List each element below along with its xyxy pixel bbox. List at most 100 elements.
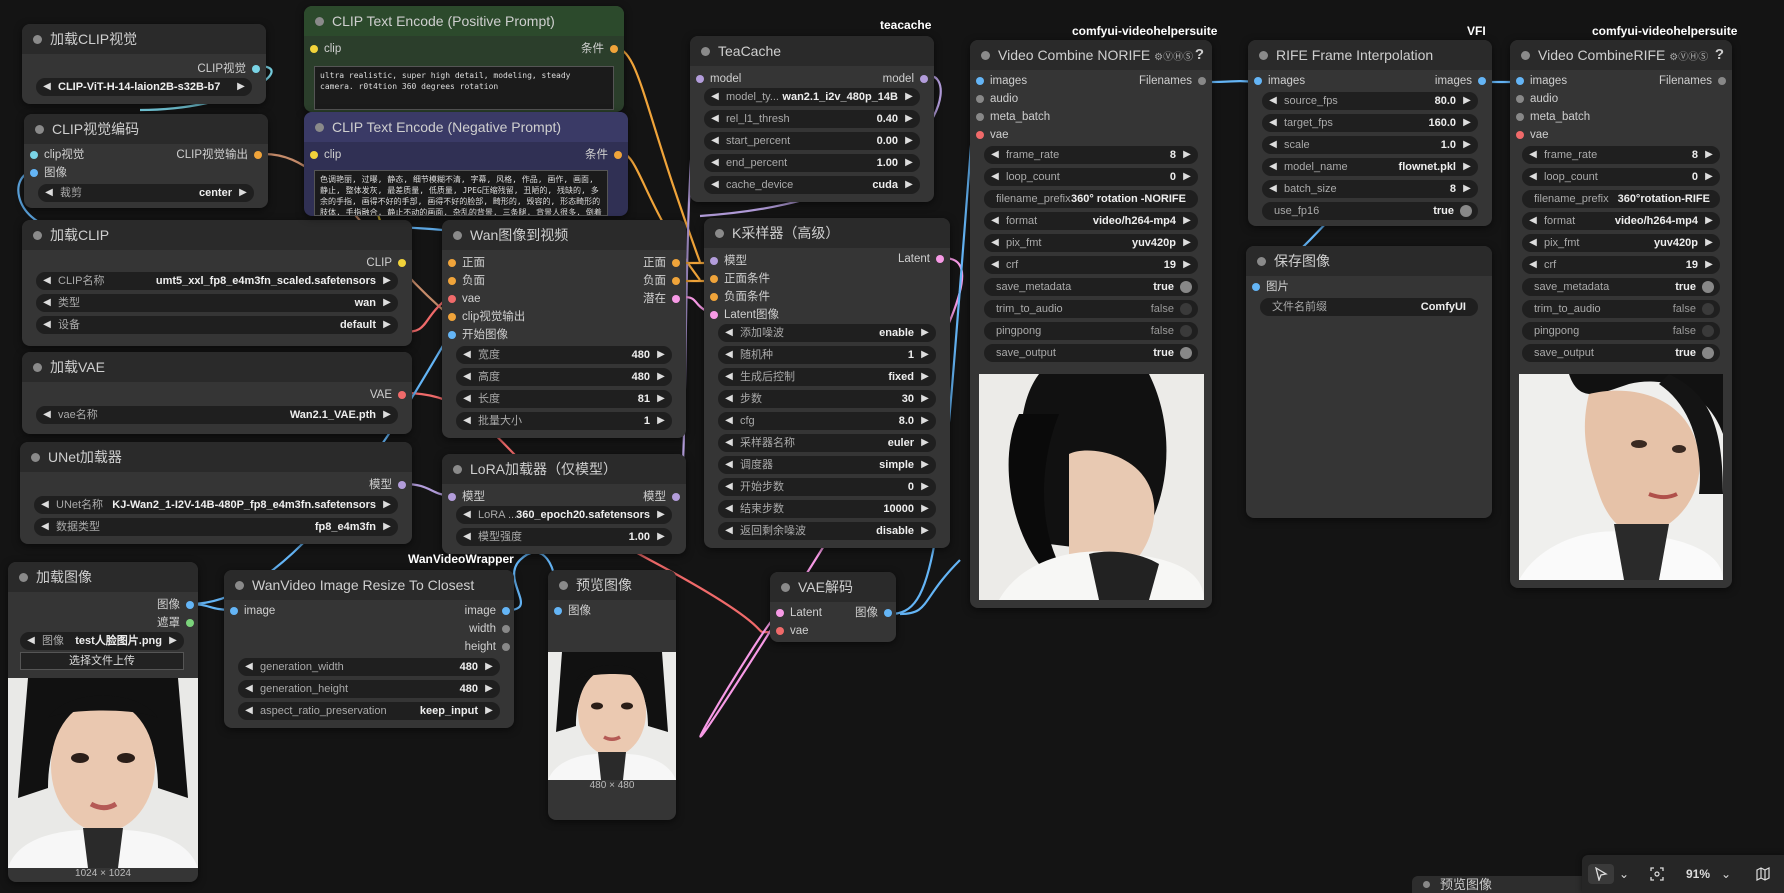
output-latent[interactable]: Latent xyxy=(898,250,944,268)
loop-count-number[interactable]: ◀ loop_count 0 ▶ xyxy=(984,168,1198,186)
arrow-left-icon[interactable]: ◀ xyxy=(243,680,255,698)
socket-dot[interactable] xyxy=(710,275,718,283)
input-vae[interactable]: vae xyxy=(976,126,1009,144)
input-image[interactable]: 图像 xyxy=(30,164,67,182)
node-load-clip-vision[interactable]: 加载CLIP视觉 CLIP视觉 ◀ CLIP-ViT-H-14-laion2B-s… xyxy=(22,24,266,104)
arrow-right-icon[interactable]: ▶ xyxy=(381,496,393,514)
seed-number[interactable]: ◀ 随机种 1 ▶ xyxy=(718,346,936,364)
arrow-left-icon[interactable]: ◀ xyxy=(1267,136,1279,154)
input-images[interactable]: 图像 xyxy=(554,602,591,620)
socket-dot[interactable] xyxy=(502,643,510,651)
socket-dot[interactable] xyxy=(1478,77,1486,85)
clip-name-combo[interactable]: ◀ CLIP-ViT-H-14-laion2B-s32B-b7 ▶ xyxy=(36,78,252,96)
arrow-right-icon[interactable]: ▶ xyxy=(1461,136,1473,154)
input-vae[interactable]: vae xyxy=(776,622,809,640)
cfg-number[interactable]: ◀ cfg 8.0 ▶ xyxy=(718,412,936,430)
node-load-clip[interactable]: 加载CLIP CLIP ◀ CLIP名称 umt5_xxl_fp8_e4m3fn_s… xyxy=(22,220,412,346)
arrow-right-icon[interactable]: ▶ xyxy=(1181,146,1193,164)
output-mask[interactable]: 遮罩 xyxy=(157,614,194,632)
socket-dot[interactable] xyxy=(1516,131,1524,139)
output-model[interactable]: model xyxy=(883,70,928,88)
socket-dot[interactable] xyxy=(186,619,194,627)
arrow-right-icon[interactable]: ▶ xyxy=(919,390,931,408)
arrow-right-icon[interactable]: ▶ xyxy=(381,294,393,312)
filename-prefix-text[interactable]: filename_prefix 360°rotation-RIFE xyxy=(1522,190,1720,208)
node-wan-image-to-video[interactable]: Wan图像到视频 正面 负面 vae clip视觉输出 开始图像 正面 负面 潜… xyxy=(442,220,686,438)
input-images[interactable]: images xyxy=(976,72,1027,90)
save-output-toggle[interactable]: save_output true xyxy=(1522,344,1720,362)
input-clip[interactable]: clip xyxy=(310,40,341,58)
arrow-right-icon[interactable]: ▶ xyxy=(1461,158,1473,176)
arrow-left-icon[interactable]: ◀ xyxy=(1527,234,1539,252)
socket-dot[interactable] xyxy=(920,75,928,83)
arrow-left-icon[interactable]: ◀ xyxy=(43,184,55,202)
arrow-left-icon[interactable]: ◀ xyxy=(1527,168,1539,186)
output-clip-vision[interactable]: CLIP视觉 xyxy=(197,60,260,78)
node-video-combine-norife[interactable]: Video Combine NORIFE ⚙ⓋⒽⓈ ? images audio… xyxy=(970,40,1212,608)
clip-type-combo[interactable]: ◀ 类型 wan ▶ xyxy=(36,294,398,312)
filename-prefix-text[interactable]: filename_prefix 360° rotation -NORIFE xyxy=(984,190,1198,208)
socket-dot[interactable] xyxy=(710,293,718,301)
node-ksampler-advanced[interactable]: K采样器（高级） 模型 正面条件 负面条件 Latent图像 Latent ◀ 添… xyxy=(704,218,950,548)
scale-number[interactable]: ◀ scale 1.0 ▶ xyxy=(1262,136,1478,154)
node-preview-image[interactable]: 预览图像 图像 480 × 480 xyxy=(548,570,676,820)
width-number[interactable]: ◀ 宽度 480 ▶ xyxy=(456,346,672,364)
arrow-left-icon[interactable]: ◀ xyxy=(39,496,51,514)
arrow-left-icon[interactable]: ◀ xyxy=(723,478,735,496)
input-vae[interactable]: vae xyxy=(1516,126,1549,144)
output-positive[interactable]: 正面 xyxy=(643,254,680,272)
crop-combo[interactable]: ◀ 裁剪 center ▶ xyxy=(38,184,254,202)
input-clip-vision-output[interactable]: clip视觉输出 xyxy=(448,308,525,326)
input-meta-batch[interactable]: meta_batch xyxy=(1516,108,1590,126)
arrow-left-icon[interactable]: ◀ xyxy=(1267,158,1279,176)
arrow-right-icon[interactable]: ▶ xyxy=(1703,234,1715,252)
arrow-right-icon[interactable]: ▶ xyxy=(655,368,667,386)
arrow-left-icon[interactable]: ◀ xyxy=(723,456,735,474)
arrow-left-icon[interactable]: ◀ xyxy=(461,390,473,408)
image-combo[interactable]: ◀ 图像 test人脸图片.png ▶ xyxy=(20,632,184,650)
add-noise-combo[interactable]: ◀ 添加噪波 enable ▶ xyxy=(718,324,936,342)
height-number[interactable]: ◀ 高度 480 ▶ xyxy=(456,368,672,386)
socket-dot[interactable] xyxy=(710,311,718,319)
aspect-ratio-combo[interactable]: ◀ aspect_ratio_preservation keep_input ▶ xyxy=(238,702,500,720)
crf-number[interactable]: ◀ crf 19 ▶ xyxy=(984,256,1198,274)
arrow-right-icon[interactable]: ▶ xyxy=(167,632,179,650)
save-output-toggle[interactable]: save_output true xyxy=(984,344,1198,362)
output-conditioning[interactable]: 条件 xyxy=(585,146,622,164)
socket-dot[interactable] xyxy=(976,113,984,121)
input-latent-image[interactable]: Latent图像 xyxy=(710,306,779,324)
input-clip-vision[interactable]: clip视觉 xyxy=(30,146,84,164)
steps-number[interactable]: ◀ 步数 30 ▶ xyxy=(718,390,936,408)
socket-dot[interactable] xyxy=(976,131,984,139)
video-preview-side-view[interactable] xyxy=(1519,374,1723,580)
socket-dot[interactable] xyxy=(1516,77,1524,85)
socket-dot[interactable] xyxy=(398,259,406,267)
arrow-left-icon[interactable]: ◀ xyxy=(709,110,721,128)
arrow-left-icon[interactable]: ◀ xyxy=(723,324,735,342)
model-name-combo[interactable]: ◀ model_name flownet.pkl ▶ xyxy=(1262,158,1478,176)
arrow-right-icon[interactable]: ▶ xyxy=(655,346,667,364)
target-fps-number[interactable]: ◀ target_fps 160.0 ▶ xyxy=(1262,114,1478,132)
socket-dot[interactable] xyxy=(502,625,510,633)
pix-fmt-combo[interactable]: ◀ pix_fmt yuv420p ▶ xyxy=(984,234,1198,252)
source-fps-number[interactable]: ◀ source_fps 80.0 ▶ xyxy=(1262,92,1478,110)
socket-dot[interactable] xyxy=(1516,95,1524,103)
video-preview-back-view[interactable] xyxy=(979,374,1204,600)
node-rife-frame-interpolation[interactable]: RIFE Frame Interpolation images images ◀… xyxy=(1248,40,1492,226)
socket-dot[interactable] xyxy=(448,313,456,321)
toggle-knob[interactable] xyxy=(1180,303,1192,315)
arrow-left-icon[interactable]: ◀ xyxy=(461,412,473,430)
arrow-left-icon[interactable]: ◀ xyxy=(723,434,735,452)
socket-dot[interactable] xyxy=(1252,283,1260,291)
arrow-right-icon[interactable]: ▶ xyxy=(1461,114,1473,132)
output-latent[interactable]: 潜在 xyxy=(643,290,680,308)
socket-dot[interactable] xyxy=(30,169,38,177)
arrow-left-icon[interactable]: ◀ xyxy=(709,154,721,172)
arrow-left-icon[interactable]: ◀ xyxy=(989,146,1001,164)
socket-dot[interactable] xyxy=(30,151,38,159)
input-meta-batch[interactable]: meta_batch xyxy=(976,108,1050,126)
arrow-left-icon[interactable]: ◀ xyxy=(25,632,37,650)
arrow-left-icon[interactable]: ◀ xyxy=(709,88,721,106)
arrow-left-icon[interactable]: ◀ xyxy=(41,78,53,96)
input-model[interactable]: 模型 xyxy=(448,488,485,506)
